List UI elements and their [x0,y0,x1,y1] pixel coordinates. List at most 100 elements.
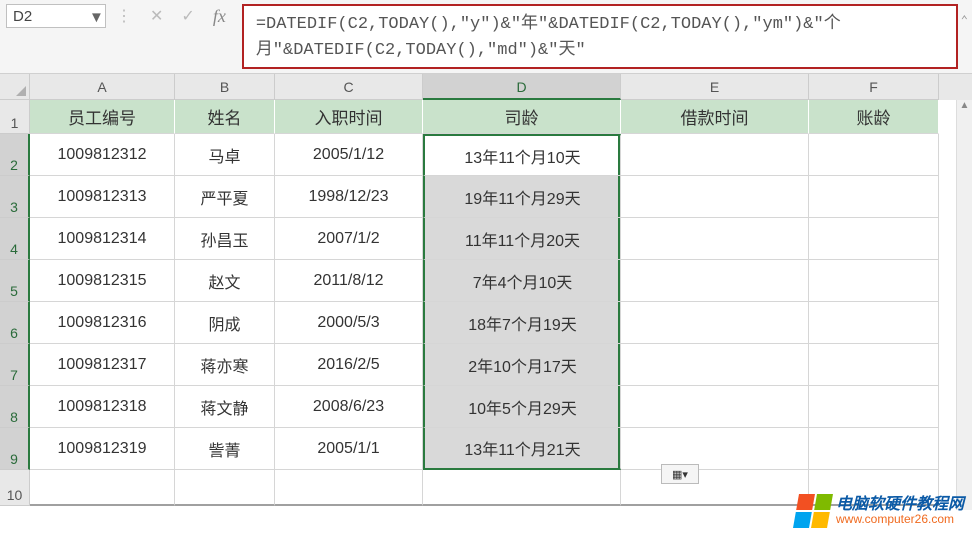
cell-D9[interactable]: 13年11个月21天 [423,428,621,470]
table-row: 8 1009812318 蒋文静 2008/6/23 10年5个月29天 [0,386,972,428]
cell-F1[interactable]: 账龄 [809,100,939,134]
cell-B1[interactable]: 姓名 [175,100,275,134]
cell-B5[interactable]: 赵文 [175,260,275,302]
cell-E10[interactable]: ▦▾ [621,470,809,506]
namebox-wrap: D2 ▼ ⋮ ✕ ✓ fx [0,0,236,73]
column-headers: A B C D E F [30,74,972,100]
cell-C7[interactable]: 2016/2/5 [275,344,423,386]
cell-B2[interactable]: 马卓 [175,134,275,176]
formula-text: =DATEDIF(C2,TODAY(),"y")&"年"&DATEDIF(C2,… [256,15,841,60]
row-header-10[interactable]: 10 [0,470,30,506]
col-header-E[interactable]: E [621,74,809,100]
table-row: 4 1009812314 孙昌玉 2007/1/2 11年11个月20天 [0,218,972,260]
cell-F8[interactable] [809,386,939,428]
cell-A10[interactable] [30,470,175,506]
col-header-A[interactable]: A [30,74,175,100]
row-header-8[interactable]: 8 [0,386,30,428]
paste-options-button[interactable]: ▦▾ [661,464,699,484]
select-all-button[interactable] [0,74,30,100]
row-header-5[interactable]: 5 [0,260,30,302]
cell-F4[interactable] [809,218,939,260]
cell-A2[interactable]: 1009812312 [30,134,175,176]
col-header-C[interactable]: C [275,74,423,100]
cell-A4[interactable]: 1009812314 [30,218,175,260]
cell-C4[interactable]: 2007/1/2 [275,218,423,260]
row-header-7[interactable]: 7 [0,344,30,386]
table-row: 6 1009812316 阴成 2000/5/3 18年7个月19天 [0,302,972,344]
cell-F2[interactable] [809,134,939,176]
table-row: 3 1009812313 严平夏 1998/12/23 19年11个月29天 [0,176,972,218]
cell-E1[interactable]: 借款时间 [621,100,809,134]
cell-E7[interactable] [621,344,809,386]
fx-icon[interactable]: fx [213,6,226,27]
cell-E9[interactable] [621,428,809,470]
cell-A8[interactable]: 1009812318 [30,386,175,428]
cell-C10[interactable] [275,470,423,506]
cell-F9[interactable] [809,428,939,470]
cell-D3[interactable]: 19年11个月29天 [423,176,621,218]
cell-A3[interactable]: 1009812313 [30,176,175,218]
cell-A9[interactable]: 1009812319 [30,428,175,470]
cell-A5[interactable]: 1009812315 [30,260,175,302]
cell-E3[interactable] [621,176,809,218]
cell-C5[interactable]: 2011/8/12 [275,260,423,302]
row-header-3[interactable]: 3 [0,176,30,218]
cell-B8[interactable]: 蒋文静 [175,386,275,428]
cell-A1[interactable]: 员工编号 [30,100,175,134]
cell-D1[interactable]: 司龄 [423,100,621,134]
cell-A6[interactable]: 1009812316 [30,302,175,344]
cell-D10[interactable] [423,470,621,506]
cell-B4[interactable]: 孙昌玉 [175,218,275,260]
formula-input[interactable]: =DATEDIF(C2,TODAY(),"y")&"年"&DATEDIF(C2,… [242,4,958,69]
watermark: 电脑软硬件教程网 www.computer26.com [796,494,964,528]
cell-F7[interactable] [809,344,939,386]
cell-B3[interactable]: 严平夏 [175,176,275,218]
cell-B7[interactable]: 蒋亦寒 [175,344,275,386]
cell-E5[interactable] [621,260,809,302]
name-box[interactable]: D2 ▼ [6,4,106,28]
cell-D5[interactable]: 7年4个月10天 [423,260,621,302]
cell-B6[interactable]: 阴成 [175,302,275,344]
cell-D2[interactable]: 13年11个月10天 [423,134,621,176]
cell-B9[interactable]: 訾菁 [175,428,275,470]
formula-expand-icon[interactable]: ⌃ [961,12,968,31]
cell-C6[interactable]: 2000/5/3 [275,302,423,344]
table-row: 5 1009812315 赵文 2011/8/12 7年4个月10天 [0,260,972,302]
watermark-line2: www.computer26.com [836,513,964,526]
col-header-F[interactable]: F [809,74,939,100]
vertical-scrollbar[interactable]: ▲ [956,100,972,510]
cell-A7[interactable]: 1009812317 [30,344,175,386]
cell-C8[interactable]: 2008/6/23 [275,386,423,428]
row-header-6[interactable]: 6 [0,302,30,344]
cell-D4[interactable]: 11年11个月20天 [423,218,621,260]
cell-D7[interactable]: 2年10个月17天 [423,344,621,386]
cell-B10[interactable] [175,470,275,506]
divider-icon: ⋮ [116,6,132,26]
watermark-text: 电脑软硬件教程网 www.computer26.com [836,496,964,527]
cell-C2[interactable]: 2005/1/12 [275,134,423,176]
formula-bar-icons: ⋮ ✕ ✓ fx [112,4,230,28]
cell-F3[interactable] [809,176,939,218]
cell-C1[interactable]: 入职时间 [275,100,423,134]
col-header-B[interactable]: B [175,74,275,100]
scroll-up-icon[interactable]: ▲ [957,100,972,116]
cell-E6[interactable] [621,302,809,344]
namebox-dropdown-icon[interactable]: ▼ [89,9,103,23]
cancel-icon[interactable]: ✕ [150,6,163,26]
cell-C3[interactable]: 1998/12/23 [275,176,423,218]
cell-F5[interactable] [809,260,939,302]
row-header-9[interactable]: 9 [0,428,30,470]
cell-E2[interactable] [621,134,809,176]
cell-D6[interactable]: 18年7个月19天 [423,302,621,344]
cell-E4[interactable] [621,218,809,260]
cell-F6[interactable] [809,302,939,344]
cell-C9[interactable]: 2005/1/1 [275,428,423,470]
row-header-1[interactable]: 1 [0,100,30,134]
row-header-2[interactable]: 2 [0,134,30,176]
col-header-D[interactable]: D [423,74,621,100]
cell-D8[interactable]: 10年5个月29天 [423,386,621,428]
confirm-icon[interactable]: ✓ [181,6,194,26]
row-header-4[interactable]: 4 [0,218,30,260]
cell-E8[interactable] [621,386,809,428]
watermark-line1: 电脑软硬件教程网 [836,496,964,514]
